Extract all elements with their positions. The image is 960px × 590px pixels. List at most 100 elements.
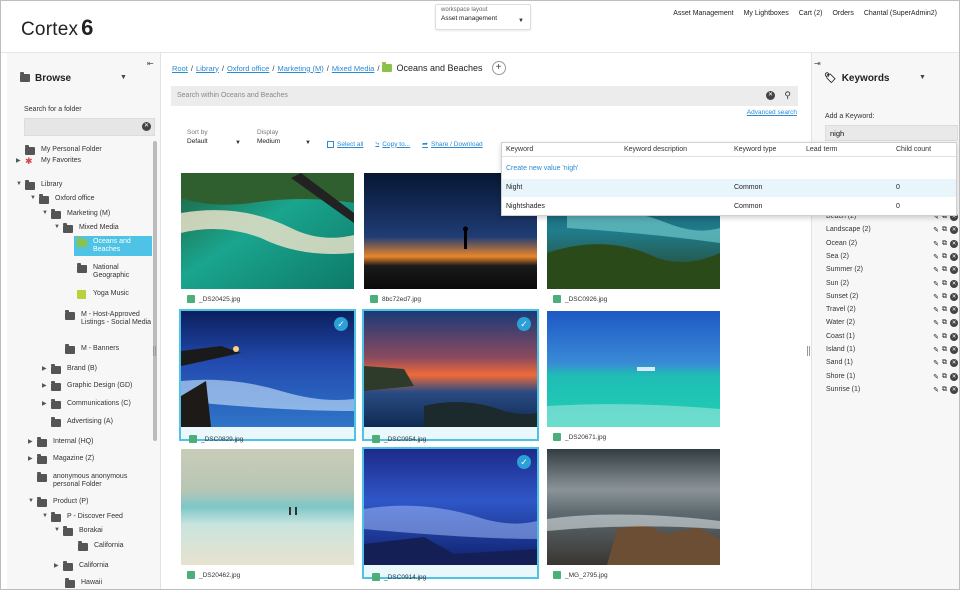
edit-icon[interactable]: ✎ bbox=[933, 333, 939, 341]
tree-item[interactable]: ▼ Borakai bbox=[54, 526, 103, 539]
remove-icon[interactable]: ✕ bbox=[950, 372, 958, 381]
asset-thumbnail[interactable] bbox=[181, 173, 354, 289]
tags-icon[interactable]: ⧉ bbox=[942, 293, 947, 301]
tags-icon[interactable]: ⧉ bbox=[942, 306, 947, 314]
chevron-right-icon[interactable]: ▶ bbox=[42, 365, 51, 372]
tags-icon[interactable]: ⧉ bbox=[942, 226, 947, 234]
tags-icon[interactable]: ⧉ bbox=[942, 386, 947, 394]
nav-user-menu[interactable]: Chantal (SuperAdmin2) bbox=[864, 10, 937, 17]
nav-cart[interactable]: Cart (2) bbox=[799, 10, 823, 17]
remove-icon[interactable]: ✕ bbox=[950, 239, 958, 248]
tags-icon[interactable]: ⧉ bbox=[942, 253, 947, 261]
expand-right-icon[interactable]: ⇥ bbox=[814, 59, 821, 68]
workspace-layout-select[interactable]: workspace layout Asset management ▼ bbox=[435, 4, 531, 30]
remove-icon[interactable]: ✕ bbox=[950, 279, 958, 288]
tree-item[interactable]: ▶ Communications (C) bbox=[42, 399, 131, 412]
remove-icon[interactable]: ✕ bbox=[950, 292, 958, 301]
asset-thumbnail[interactable] bbox=[181, 311, 354, 427]
search-icon[interactable]: ⚲ bbox=[784, 90, 791, 101]
tree-item[interactable]: ▼ Product (P) bbox=[28, 497, 88, 510]
asset-thumbnail[interactable] bbox=[364, 449, 537, 565]
browse-title[interactable]: Browse ▼ bbox=[20, 72, 127, 84]
chevron-down-icon[interactable]: ▼ bbox=[28, 498, 37, 504]
app-logo[interactable]: Cortex 6 bbox=[21, 15, 94, 41]
breadcrumb-library[interactable]: Library bbox=[196, 64, 219, 73]
breadcrumb-oxford-office[interactable]: Oxford office bbox=[227, 64, 269, 73]
tags-icon[interactable]: ⧉ bbox=[942, 333, 947, 341]
remove-icon[interactable]: ✕ bbox=[950, 226, 958, 235]
edit-icon[interactable]: ✎ bbox=[933, 226, 939, 234]
tags-icon[interactable]: ⧉ bbox=[942, 346, 947, 354]
asset-card-selected[interactable]: ✓ _DSC0829.jpg bbox=[179, 309, 356, 443]
chevron-down-icon[interactable]: ▼ bbox=[54, 527, 63, 533]
tags-icon[interactable]: ⧉ bbox=[942, 280, 947, 288]
tree-item[interactable]: ▼ Library bbox=[16, 180, 62, 193]
asset-card[interactable]: _DS20462.jpg bbox=[179, 447, 356, 579]
tree-item[interactable]: ▼ P - Discover Feed bbox=[42, 512, 123, 525]
tree-item[interactable]: Advertising (A) bbox=[51, 417, 113, 430]
keyword-item[interactable]: Summer (2) ✎ ⧉ ✕ bbox=[826, 266, 958, 279]
remove-icon[interactable]: ✕ bbox=[950, 252, 958, 261]
chevron-right-icon[interactable]: ▶ bbox=[28, 438, 37, 445]
asset-search-input[interactable]: Search within Oceans and Beaches ✕ ⚲ bbox=[171, 86, 798, 106]
check-icon[interactable]: ✓ bbox=[334, 317, 348, 331]
remove-icon[interactable]: ✕ bbox=[950, 332, 958, 341]
check-icon[interactable]: ✓ bbox=[517, 317, 531, 331]
edit-icon[interactable]: ✎ bbox=[933, 293, 939, 301]
edit-icon[interactable]: ✎ bbox=[933, 359, 939, 367]
asset-card[interactable]: _DS20671.jpg bbox=[545, 309, 722, 441]
remove-icon[interactable]: ✕ bbox=[950, 306, 958, 315]
resize-handle-left[interactable] bbox=[153, 346, 156, 356]
add-keyword-input[interactable]: nigh bbox=[825, 125, 958, 141]
resize-handle-right[interactable] bbox=[807, 346, 810, 356]
remove-icon[interactable]: ✕ bbox=[950, 385, 958, 394]
tree-item[interactable]: ▶ ✱ My Favorites bbox=[16, 157, 81, 169]
tags-icon[interactable]: ⧉ bbox=[942, 359, 947, 367]
keyword-item[interactable]: Sun (2) ✎ ⧉ ✕ bbox=[826, 279, 958, 293]
edit-icon[interactable]: ✎ bbox=[933, 280, 939, 288]
edit-icon[interactable]: ✎ bbox=[933, 346, 939, 354]
share-download-button[interactable]: ➦ Share / Download bbox=[422, 140, 483, 149]
chevron-down-icon[interactable]: ▼ bbox=[54, 224, 63, 230]
tree-item[interactable]: ▼ Marketing (M) bbox=[42, 209, 110, 222]
select-all-button[interactable]: Select all bbox=[327, 140, 363, 148]
asset-thumbnail[interactable] bbox=[181, 449, 354, 565]
edit-icon[interactable]: ✎ bbox=[933, 240, 939, 248]
tree-item[interactable]: ▶ Internal (HQ) bbox=[28, 437, 93, 450]
tree-item[interactable]: anonymous anonymous personal Folder bbox=[37, 472, 153, 489]
copy-to-button[interactable]: ⤷ Copy to... bbox=[375, 140, 410, 148]
folder-tree-scrollbar[interactable] bbox=[153, 141, 157, 441]
nav-my-lightboxes[interactable]: My Lightboxes bbox=[744, 10, 789, 17]
chevron-down-icon[interactable]: ▼ bbox=[30, 195, 39, 201]
keyword-suggestion-row[interactable]: Nightshades Common 0 bbox=[502, 198, 956, 216]
keyword-item[interactable]: Travel (2) ✎ ⧉ ✕ bbox=[826, 306, 958, 319]
tags-icon[interactable]: ⧉ bbox=[942, 266, 947, 274]
remove-icon[interactable]: ✕ bbox=[950, 319, 958, 328]
remove-icon[interactable]: ✕ bbox=[950, 266, 958, 275]
create-keyword-option[interactable]: Create new value 'nigh' bbox=[506, 165, 578, 172]
tree-item[interactable]: Hawaii bbox=[65, 578, 102, 589]
tree-item[interactable]: ▶ Graphic Design (GD) bbox=[42, 381, 132, 394]
chevron-down-icon[interactable]: ▼ bbox=[42, 210, 51, 216]
clear-icon[interactable]: ✕ bbox=[766, 91, 775, 100]
nav-orders[interactable]: Orders bbox=[832, 10, 853, 17]
keyword-item[interactable]: Sunrise (1) ✎ ⧉ ✕ bbox=[826, 385, 958, 399]
sort-by-select[interactable]: Sort by Default ▼ bbox=[187, 129, 241, 148]
keyword-item[interactable]: Water (2) ✎ ⧉ ✕ bbox=[826, 319, 958, 332]
tree-item[interactable]: Yoga Music bbox=[77, 290, 129, 302]
chevron-right-icon[interactable]: ▶ bbox=[28, 455, 37, 462]
tree-item-selected[interactable]: Oceans and Beaches bbox=[74, 236, 152, 256]
tree-item[interactable]: ▼ Mixed Media bbox=[54, 223, 119, 236]
nav-asset-management[interactable]: Asset Management bbox=[673, 10, 733, 17]
tree-item[interactable]: ▶ California bbox=[54, 561, 109, 574]
breadcrumb-root[interactable]: Root bbox=[172, 64, 188, 73]
breadcrumb-marketing[interactable]: Marketing (M) bbox=[277, 64, 323, 73]
chevron-right-icon[interactable]: ▶ bbox=[16, 157, 25, 164]
tags-icon[interactable]: ⧉ bbox=[942, 373, 947, 381]
keyword-suggestion-row[interactable]: Night Common 0 bbox=[502, 179, 956, 197]
keyword-item[interactable]: Landscape (2) ✎ ⧉ ✕ bbox=[826, 226, 958, 239]
asset-thumbnail[interactable] bbox=[547, 449, 720, 565]
tree-item[interactable]: ▼ Oxford office bbox=[30, 194, 95, 207]
asset-card-selected[interactable]: ✓ _DSC0954.jpg bbox=[362, 309, 539, 443]
chevron-down-icon[interactable]: ▼ bbox=[16, 181, 25, 187]
